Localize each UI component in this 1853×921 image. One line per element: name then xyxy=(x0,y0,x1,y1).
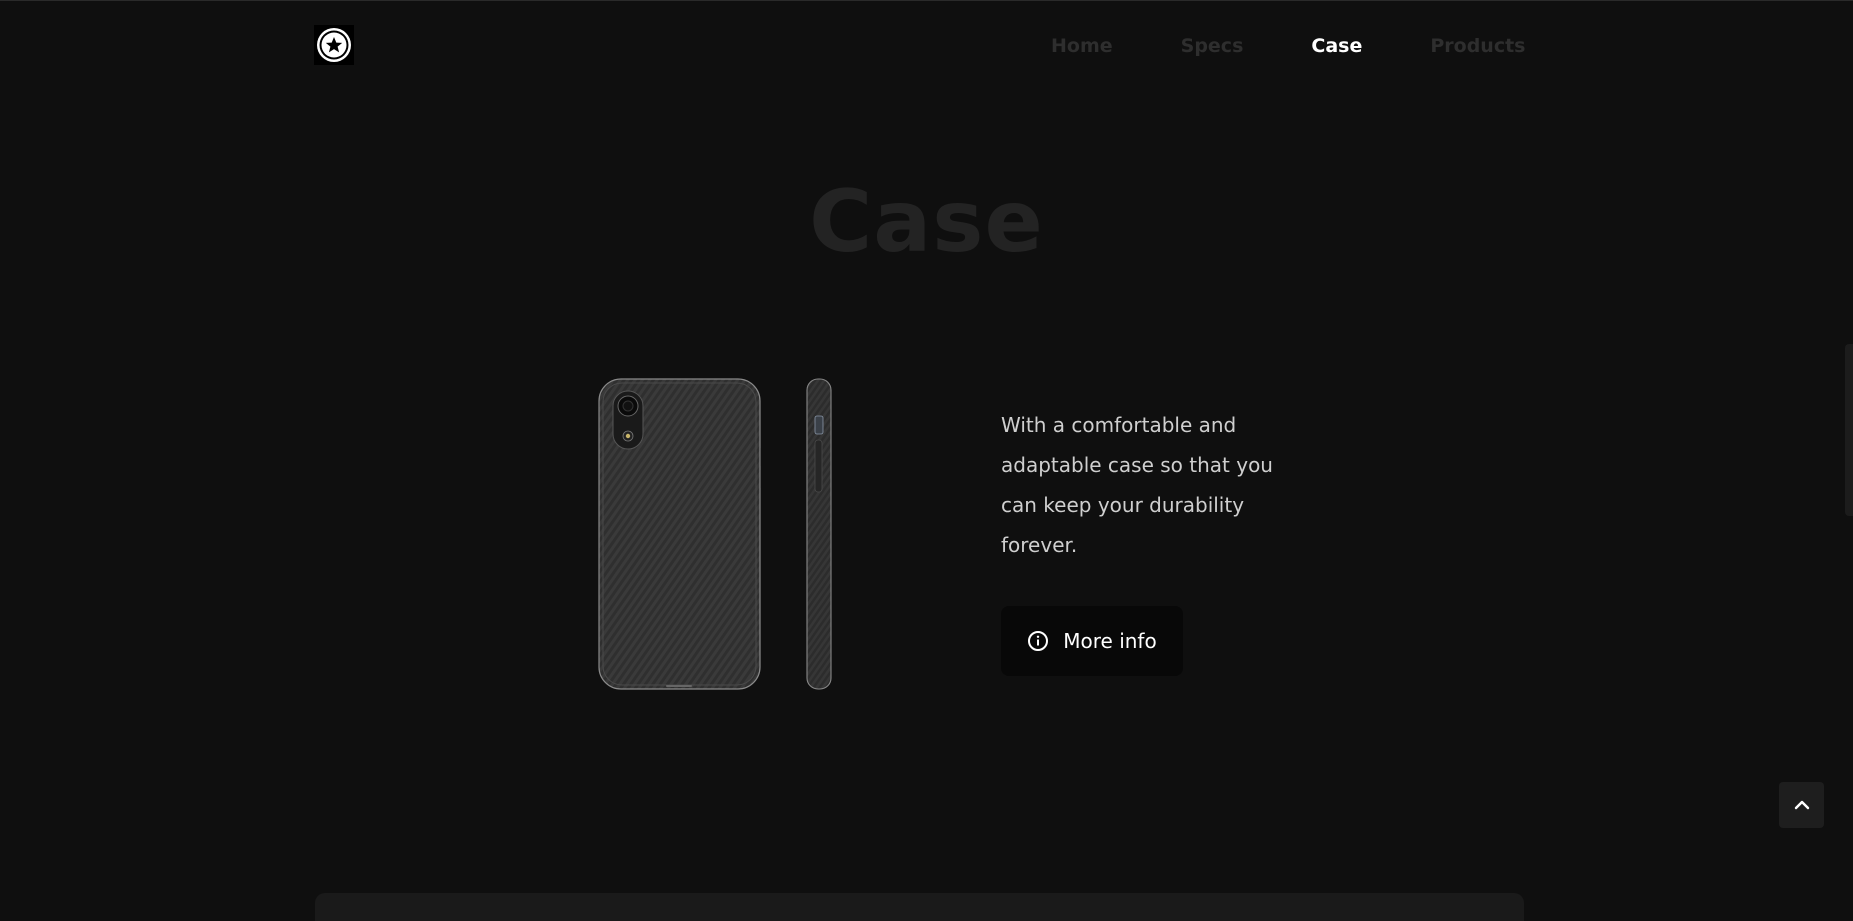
logo[interactable] xyxy=(314,25,354,65)
phone-case-back-image xyxy=(598,378,761,690)
nav-case[interactable]: Case xyxy=(1311,35,1362,57)
nav-home[interactable]: Home xyxy=(1051,35,1113,57)
more-info-button[interactable]: More info xyxy=(1001,606,1183,676)
chevron-up-icon xyxy=(1794,800,1809,810)
page: Home Specs Case Products Case With a com… xyxy=(0,0,1853,921)
scroll-to-top-button[interactable] xyxy=(1779,782,1824,828)
nav-specs[interactable]: Specs xyxy=(1181,35,1244,57)
more-info-label: More info xyxy=(1063,629,1157,653)
nav-products[interactable]: Products xyxy=(1430,35,1525,57)
info-circle-icon xyxy=(1027,630,1049,652)
next-section-card xyxy=(315,893,1524,921)
main-nav: Home Specs Case Products xyxy=(1051,31,1526,61)
scrollbar-thumb[interactable] xyxy=(1845,344,1853,516)
phone-case-side-image xyxy=(806,378,832,690)
star-circle-icon xyxy=(317,28,351,62)
case-description: With a comfortable and adaptable case so… xyxy=(1001,413,1273,557)
section-title: Case xyxy=(809,172,1044,272)
